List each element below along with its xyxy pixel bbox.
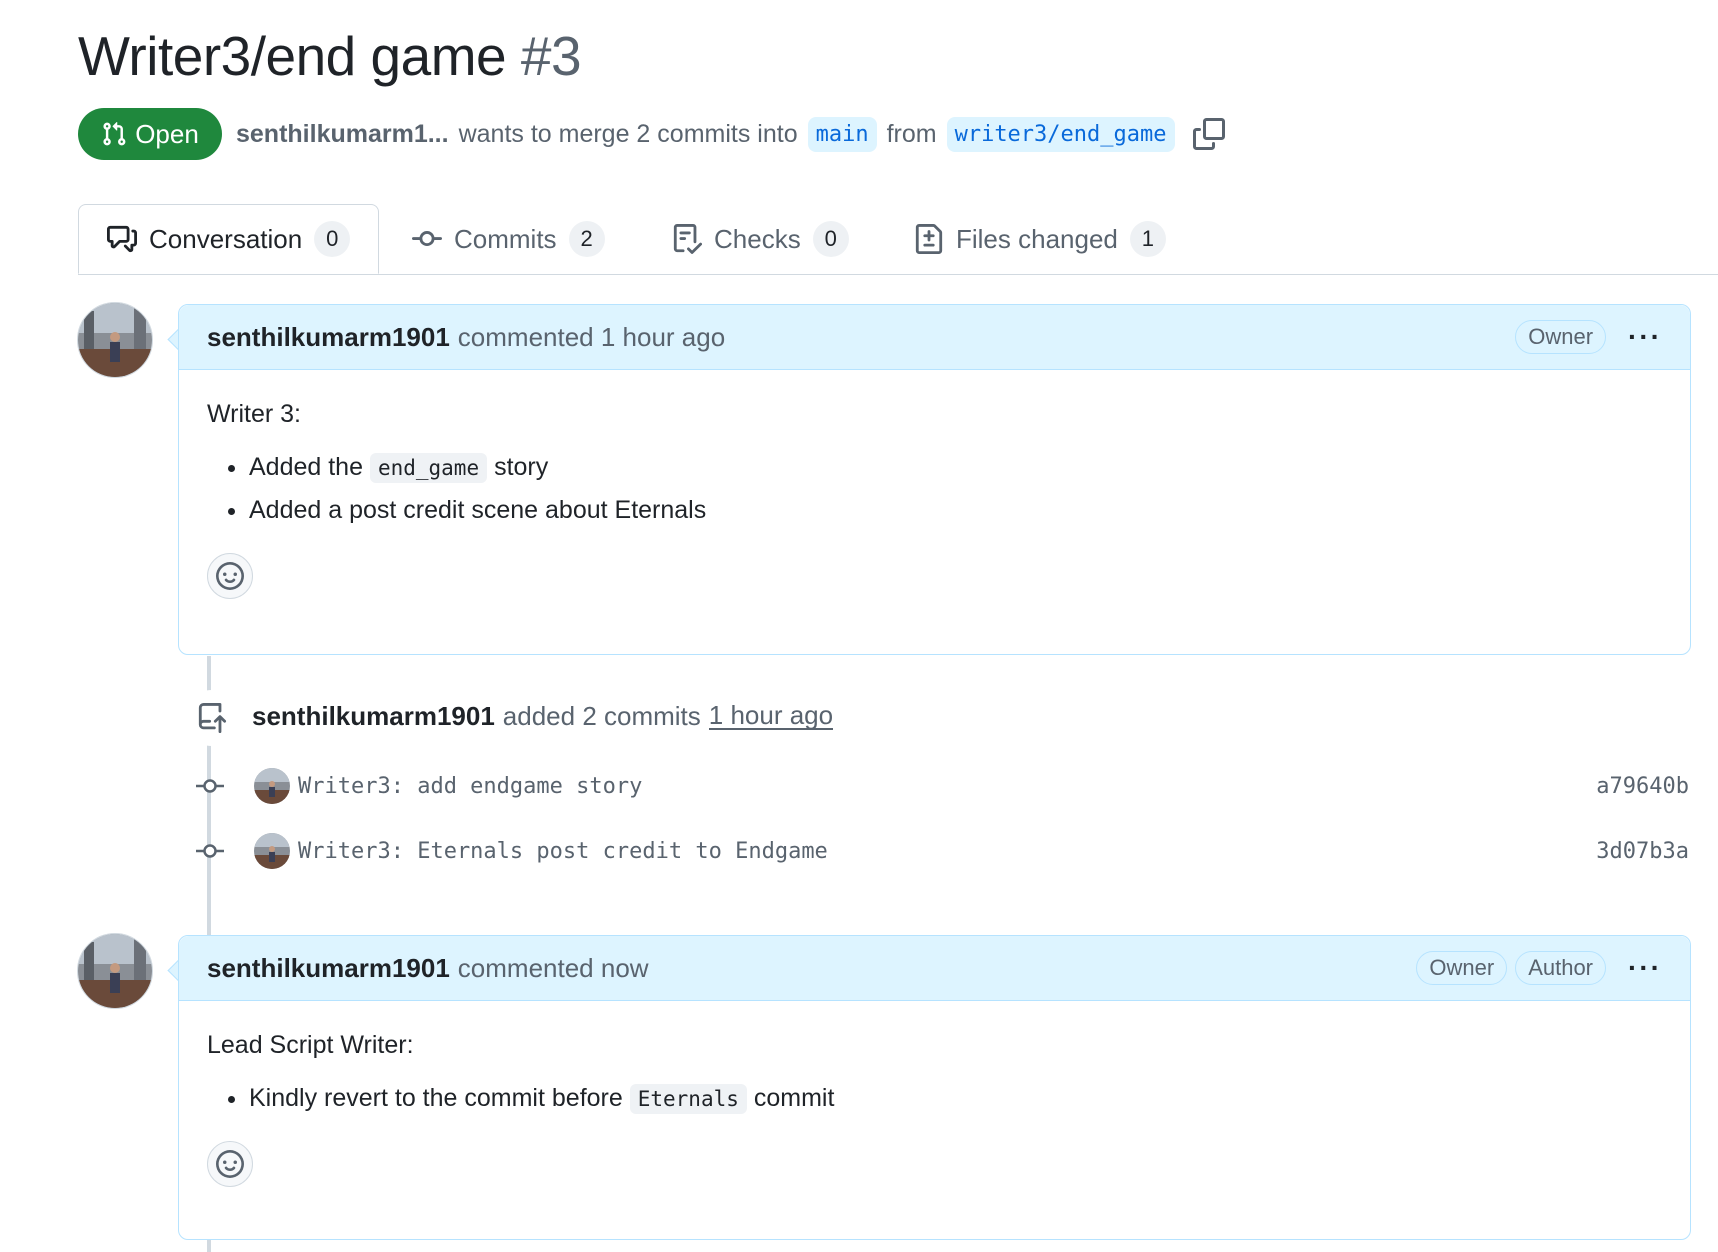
tab-label: Files changed (956, 223, 1118, 254)
comment-author[interactable]: senthilkumarm1901 (207, 322, 450, 353)
event-timestamp[interactable]: 1 hour ago (708, 702, 834, 730)
git-commit-icon (196, 844, 224, 858)
tab-label: Commits (454, 223, 557, 254)
pr-title: Writer3/end game (78, 25, 507, 87)
merge-text: wants to merge 2 commits into (458, 119, 798, 148)
copy-icon[interactable] (1192, 118, 1225, 150)
comment-header: senthilkumarm1901 commented now Owner Au… (179, 936, 1690, 1001)
avatar[interactable] (254, 833, 290, 869)
status-label: Open (135, 118, 199, 149)
user-photo (78, 934, 152, 1008)
tab-conversation[interactable]: Conversation 0 (78, 204, 380, 274)
comment-body: Lead Script Writer: Kindly revert to the… (179, 1001, 1690, 1211)
list-text: Added the (249, 453, 363, 481)
pr-tabs: Conversation 0 Commits 2 Checks 0 Files … (78, 204, 1718, 275)
commit-event: senthilkumarm1901 added 2 commits 1 hour… (252, 692, 834, 740)
comment-card: senthilkumarm1901 commented now Owner Au… (178, 935, 1691, 1240)
tab-label: Conversation (149, 223, 303, 254)
list-text: commit (753, 1084, 835, 1112)
commit-sha-link[interactable]: a79640b (1596, 774, 1689, 799)
file-diff-icon (915, 224, 943, 254)
inline-code: Eternals (629, 1084, 747, 1114)
commit-row: Writer3: add endgame story a79640b (196, 764, 1689, 808)
tab-counter: 1 (1129, 221, 1166, 257)
comment-header: senthilkumarm1901 commented 1 hour ago O… (179, 305, 1690, 370)
role-badge-owner: Owner (1416, 951, 1508, 985)
event-action: added 2 commits (502, 700, 701, 731)
tab-counter: 0 (314, 221, 351, 257)
list-item: Added the end_game story (249, 453, 1662, 483)
comment-discussion-icon (107, 225, 137, 253)
timeline-line (207, 1238, 211, 1252)
kebab-menu-icon[interactable]: ··· (1628, 321, 1662, 353)
smiley-icon (216, 562, 244, 590)
checklist-icon (673, 224, 702, 254)
tab-commits[interactable]: Commits 2 (412, 204, 605, 274)
list-text: Kindly revert to the commit before (249, 1084, 623, 1112)
smiley-icon (216, 1150, 244, 1178)
comment-list: Added the end_game story Added a post cr… (207, 453, 1662, 525)
avatar[interactable] (254, 768, 290, 804)
commit-message-link[interactable]: Writer3: add endgame story (298, 774, 642, 799)
comment-list: Kindly revert to the commit before Etern… (207, 1084, 1662, 1114)
pr-number: #3 (520, 25, 582, 87)
push-event-icon-wrapper (184, 690, 240, 746)
list-item: Added a post credit scene about Eternals (249, 496, 1662, 525)
avatar[interactable] (77, 933, 153, 1009)
git-pull-request-icon (103, 121, 126, 146)
tab-counter: 2 (568, 221, 605, 257)
list-text: story (494, 453, 549, 481)
add-reaction-button[interactable] (207, 553, 253, 599)
comment-card: senthilkumarm1901 commented 1 hour ago O… (178, 304, 1691, 655)
git-commit-icon (196, 779, 224, 793)
avatar[interactable] (77, 302, 153, 378)
tab-counter: 0 (812, 221, 849, 257)
add-reaction-button[interactable] (207, 1141, 253, 1187)
tab-files-changed[interactable]: Files changed 1 (914, 204, 1166, 274)
event-author[interactable]: senthilkumarm1901 (252, 701, 495, 732)
pr-meta: senthilkumarm1... wants to merge 2 commi… (236, 110, 1225, 158)
tab-label: Checks (714, 223, 801, 254)
commit-row: Writer3: Eternals post credit to Endgame… (196, 829, 1689, 873)
commit-sha-link[interactable]: 3d07b3a (1596, 839, 1689, 864)
base-branch[interactable]: main (807, 116, 877, 152)
comment-timestamp[interactable]: commented now (458, 953, 649, 984)
from-text: from (886, 119, 937, 148)
comment-body: Writer 3: Added the end_game story Added… (179, 370, 1690, 623)
role-badge-author: Author (1515, 951, 1607, 985)
tab-checks[interactable]: Checks 0 (672, 204, 849, 274)
kebab-menu-icon[interactable]: ··· (1628, 952, 1662, 984)
comment-author[interactable]: senthilkumarm1901 (207, 953, 450, 984)
inline-code: end_game (369, 453, 488, 483)
role-badge-owner: Owner (1515, 320, 1607, 354)
page-title: Writer3/end game #3 (78, 24, 582, 88)
comment-heading: Lead Script Writer: (207, 1031, 414, 1059)
user-photo (78, 303, 152, 377)
comment-heading: Writer 3: (207, 400, 301, 428)
repo-push-icon (198, 703, 227, 733)
pr-author-link[interactable]: senthilkumarm1... (236, 120, 449, 149)
head-branch[interactable]: writer3/end_game (946, 116, 1175, 152)
status-badge: Open (78, 108, 222, 160)
git-commit-icon (412, 231, 442, 247)
comment-timestamp[interactable]: commented 1 hour ago (458, 322, 725, 353)
list-item: Kindly revert to the commit before Etern… (249, 1084, 1662, 1114)
commit-message-link[interactable]: Writer3: Eternals post credit to Endgame (298, 839, 828, 864)
